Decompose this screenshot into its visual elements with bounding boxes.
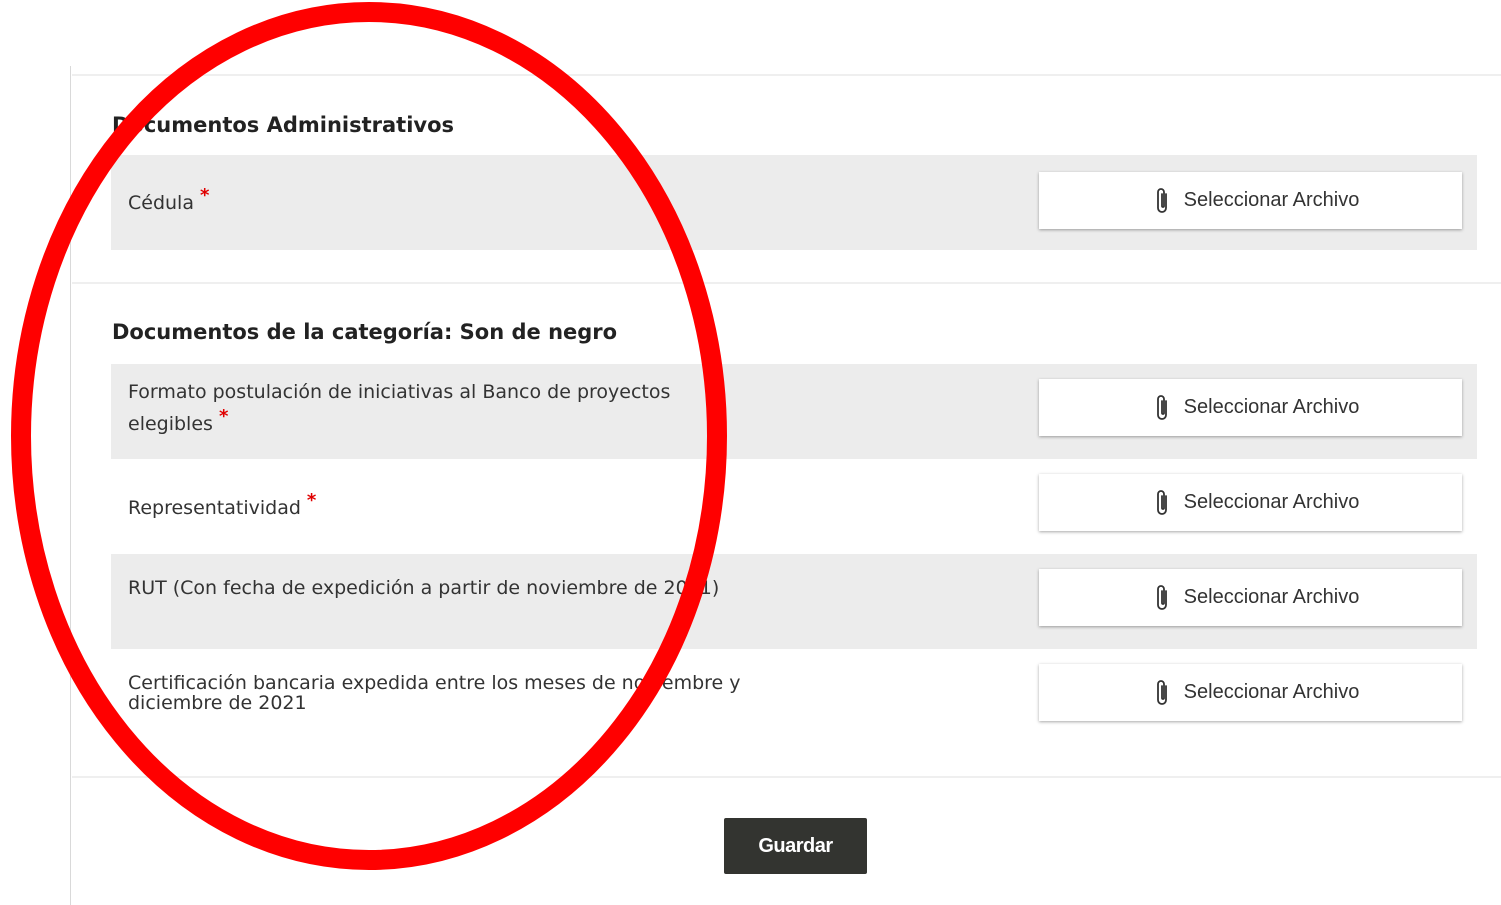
document-label: Certificación bancaria expedida entre lo… [128,672,741,714]
paperclip-icon [1156,394,1167,420]
select-file-button-formato[interactable]: Seleccionar Archivo [1039,379,1462,436]
document-label: Cédula * [128,185,210,214]
required-asterisk: * [199,185,210,206]
divider-bottom [72,776,1501,778]
document-label: Formato postulación de iniciativas al Ba… [128,381,671,435]
divider-middle [72,282,1501,284]
left-border [70,66,71,905]
required-asterisk: * [218,406,229,427]
divider-top [72,74,1501,76]
select-file-button-representatividad[interactable]: Seleccionar Archivo [1039,474,1462,531]
document-label: Representatividad * [128,490,317,519]
document-label: RUT (Con fecha de expedición a partir de… [128,577,720,599]
paperclip-icon [1156,679,1167,705]
paperclip-icon [1156,584,1167,610]
save-button[interactable]: Guardar [724,818,867,874]
paperclip-icon [1156,489,1167,515]
select-file-button-rut[interactable]: Seleccionar Archivo [1039,569,1462,626]
select-file-button-certificacion[interactable]: Seleccionar Archivo [1039,664,1462,721]
select-file-button-cedula[interactable]: Seleccionar Archivo [1039,172,1462,229]
section-title-administrativos: Documentos Administrativos [112,113,455,137]
paperclip-icon [1156,187,1167,213]
required-asterisk: * [306,490,317,511]
section-title-categoria: Documentos de la categoría: Son de negro [112,320,618,344]
